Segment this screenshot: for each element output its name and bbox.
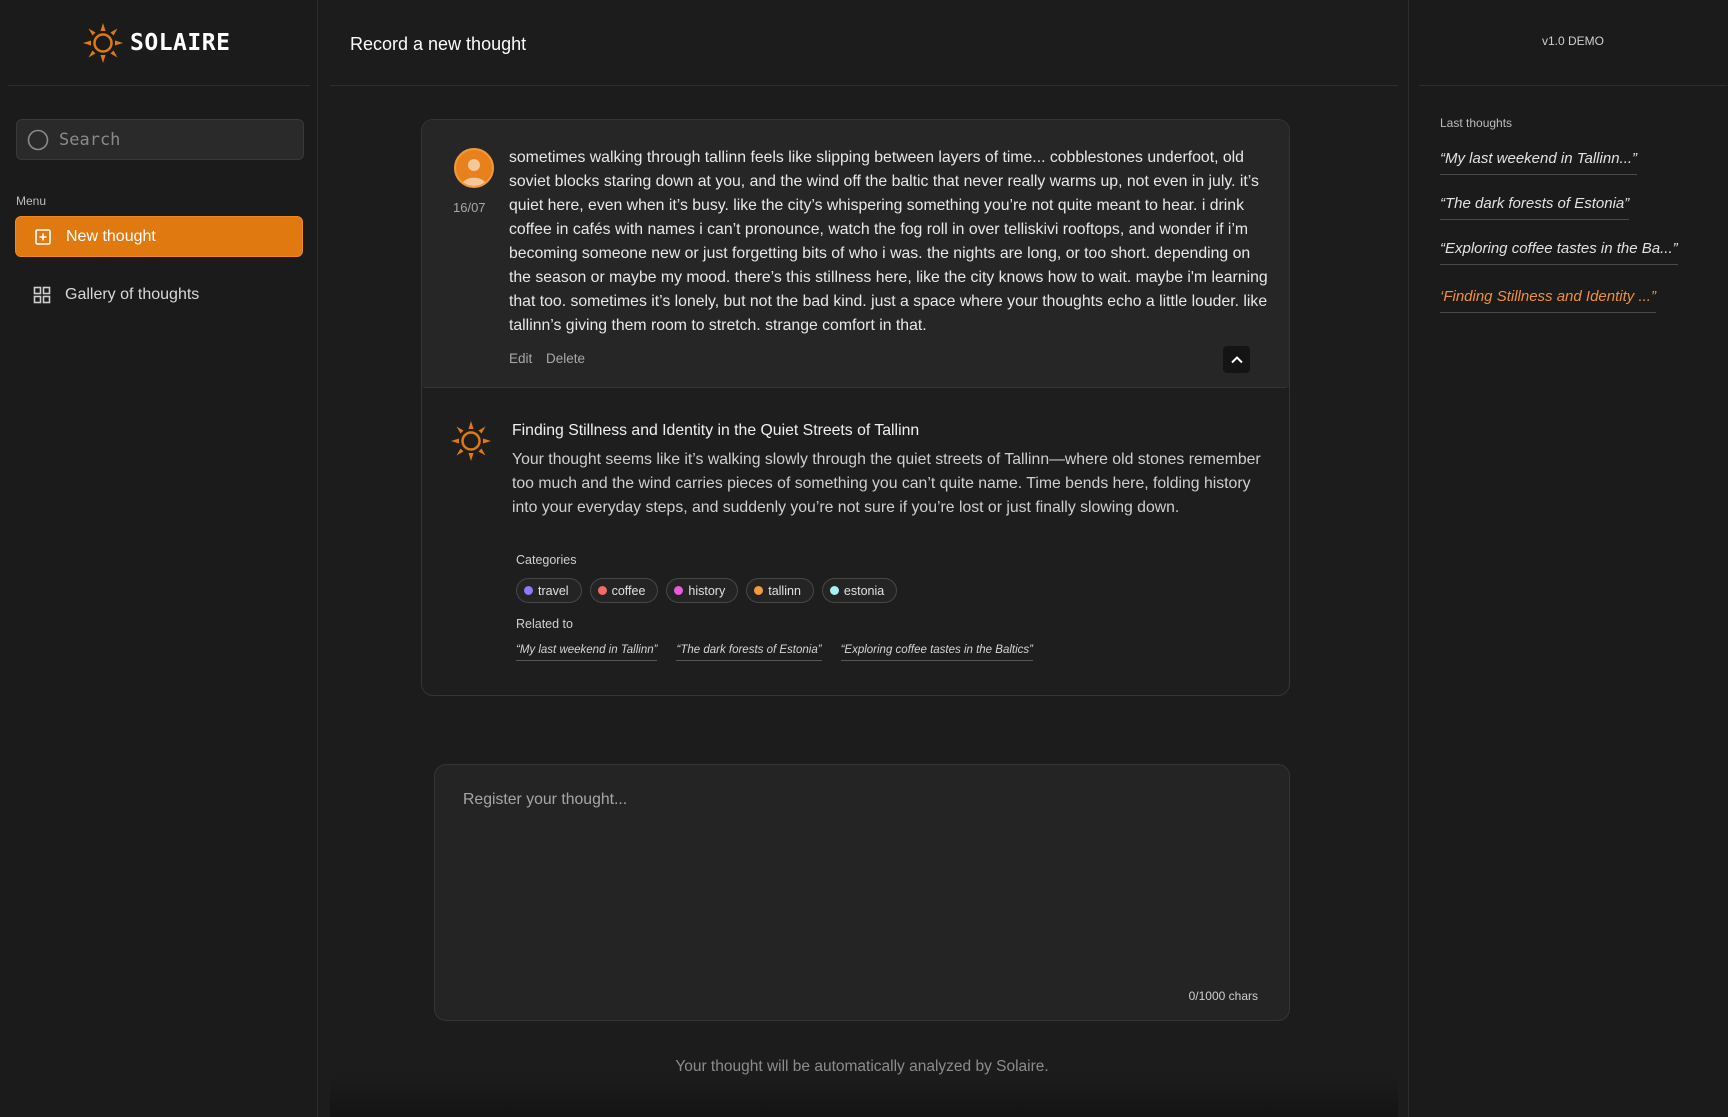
app-root: SOLAIRE Menu New thought — [0, 0, 1728, 1117]
search-input[interactable] — [59, 120, 295, 159]
char-counter: 0/1000 chars — [1188, 989, 1258, 1003]
category-dot-icon — [674, 586, 684, 595]
thought-composer: 0/1000 chars — [434, 764, 1290, 1021]
sidebar: SOLAIRE Menu New thought — [0, 0, 318, 1117]
bottom-fade — [330, 1075, 1398, 1117]
main-header: Record a new thought — [330, 0, 1398, 86]
category-dot-icon — [597, 586, 607, 595]
category-chip-label: coffee — [611, 583, 646, 598]
thought-date: 16/07 — [453, 200, 486, 215]
category-chip-label: history — [688, 583, 726, 598]
page-title: Record a new thought — [350, 34, 527, 54]
nav-gallery-label: Gallery of thoughts — [65, 285, 200, 303]
sun-analysis-icon — [451, 421, 491, 461]
category-chip-label: tallinn — [768, 583, 801, 598]
sun-logo-icon — [83, 23, 123, 63]
category-dot-icon — [524, 586, 533, 595]
category-chip-tallinn[interactable]: tallinn — [746, 578, 814, 603]
related-label: Related to — [516, 617, 573, 631]
last-thought-link[interactable]: “My last weekend in Tallinn...” — [1440, 150, 1638, 175]
edit-button[interactable]: Edit — [509, 351, 532, 366]
analysis-text: Your thought seems like it’s walking slo… — [512, 451, 1261, 516]
category-chip-history[interactable]: history — [666, 578, 739, 603]
thought-input[interactable] — [463, 791, 1263, 971]
version-bar: v1.0 DEMO — [1419, 0, 1727, 86]
menu-label: Menu — [16, 194, 47, 208]
plus-square-icon — [35, 228, 51, 245]
category-chips: travel coffee history tallinn estonia — [516, 578, 898, 603]
category-dot-icon — [754, 586, 764, 595]
chevron-up-icon — [1230, 355, 1243, 363]
collapse-button[interactable] — [1223, 346, 1250, 373]
version-label: v1.0 DEMO — [1541, 34, 1604, 48]
categories-label: Categories — [516, 553, 577, 567]
analysis-title: Finding Stillness and Identity in the Qu… — [512, 422, 920, 439]
user-avatar-icon — [454, 148, 494, 188]
nav-gallery-button[interactable]: Gallery of thoughts — [15, 274, 303, 315]
search-icon — [27, 129, 49, 151]
brand-name: SOLAIRE — [130, 30, 231, 56]
category-chip-coffee[interactable]: coffee — [589, 578, 659, 603]
related-links: “My last weekend in Tallinn” “The dark f… — [516, 644, 1033, 661]
last-thought-link-active[interactable]: ‘Finding Stillness and Identity ...” — [1440, 288, 1656, 313]
nav-new-thought-label: New thought — [66, 227, 156, 245]
delete-button[interactable]: Delete — [546, 351, 585, 366]
brand-header: SOLAIRE — [8, 0, 310, 86]
thought-entry: 16/07 sometimes walking through tallinn … — [422, 120, 1289, 388]
category-dot-icon — [829, 586, 839, 595]
related-link[interactable]: “Exploring coffee tastes in the Baltics” — [840, 644, 1033, 661]
thought-card: 16/07 sometimes walking through tallinn … — [421, 119, 1290, 696]
last-thoughts-label: Last thoughts — [1440, 116, 1513, 130]
right-panel: v1.0 DEMO Last thoughts “My last weekend… — [1408, 0, 1728, 1117]
last-thought-link[interactable]: “The dark forests of Estonia” — [1440, 195, 1630, 220]
nav-new-thought-button[interactable]: New thought — [15, 216, 303, 257]
category-chip-label: estonia — [843, 583, 885, 598]
search-box[interactable] — [16, 119, 304, 160]
category-chip-label: travel — [538, 583, 569, 598]
related-link[interactable]: “My last weekend in Tallinn” — [516, 644, 658, 661]
related-link[interactable]: “The dark forests of Estonia” — [676, 644, 822, 661]
grid-icon — [33, 286, 51, 303]
thought-text: sometimes walking through tallinn feels … — [509, 149, 1268, 334]
last-thought-link[interactable]: “Exploring coffee tastes in the Ba...” — [1440, 240, 1678, 265]
analysis-footnote: Your thought will be automatically analy… — [675, 1058, 1049, 1075]
category-chip-travel[interactable]: travel — [516, 578, 582, 603]
category-chip-estonia[interactable]: estonia — [821, 578, 898, 603]
thought-actions: Edit Delete — [509, 351, 595, 366]
